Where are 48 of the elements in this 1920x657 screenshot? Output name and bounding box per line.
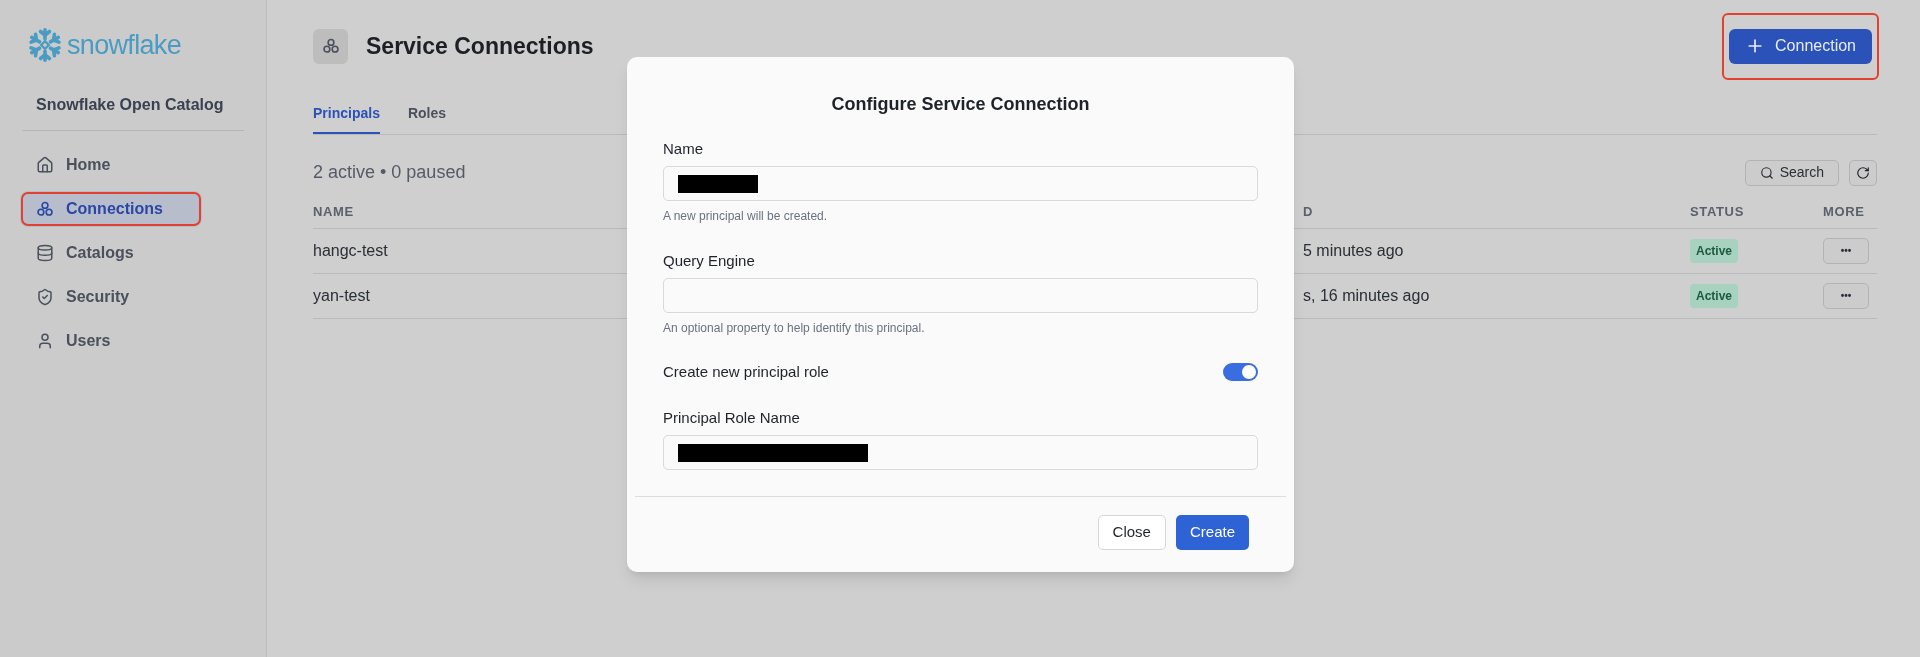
text-field[interactable] xyxy=(663,435,1258,470)
status-summary: 2 active • 0 paused xyxy=(313,161,466,184)
home-icon xyxy=(36,156,54,174)
text-field[interactable] xyxy=(663,278,1258,313)
create-button[interactable]: Create xyxy=(1175,515,1249,550)
sidebar-item[interactable]: Home xyxy=(20,147,246,183)
sidebar-item[interactable]: Users xyxy=(20,323,246,359)
sidebar-item[interactable]: Security xyxy=(20,279,246,315)
search-button[interactable]: Search xyxy=(1744,159,1839,186)
shield-icon xyxy=(36,288,54,306)
table-cell-text: 5 minutes ago xyxy=(1303,241,1404,261)
catalog-title: Snowflake Open Catalog xyxy=(36,95,225,115)
page-title: Service Connections xyxy=(366,31,594,61)
text-field[interactable] xyxy=(663,166,1258,201)
toggle-switch[interactable] xyxy=(1223,363,1258,381)
toggle-label: Create new principal role xyxy=(663,363,829,381)
status-badge: Active xyxy=(1690,239,1739,263)
field-label: Name xyxy=(663,140,704,158)
column-header: STATUS xyxy=(1690,202,1744,221)
sidebar-item[interactable]: Connections xyxy=(20,191,202,227)
column-header: MORE xyxy=(1823,202,1865,221)
sidebar-item[interactable]: Catalogs xyxy=(20,235,246,271)
refresh-icon xyxy=(1856,165,1870,180)
cylinder-icon xyxy=(36,244,54,262)
brand-name: snowflake xyxy=(67,31,181,59)
tab[interactable]: Roles xyxy=(407,103,447,134)
field-hint: An optional property to help identify this principal. xyxy=(663,321,926,335)
connections-icon xyxy=(321,37,340,55)
table-cell-text: s, 16 minutes ago xyxy=(1303,286,1430,306)
dialog-title: Configure Service Connection xyxy=(830,93,1091,115)
table-cell-text: yan-test xyxy=(313,286,370,306)
tab[interactable]: Principals xyxy=(313,103,380,134)
status-badge: Active xyxy=(1690,284,1739,308)
search-icon xyxy=(1759,165,1774,180)
more-button[interactable]: ••• xyxy=(1823,238,1869,264)
field-label: Query Engine xyxy=(663,252,756,270)
column-header: D xyxy=(1303,202,1314,221)
connections-icon xyxy=(36,200,54,218)
column-header: NAME xyxy=(313,202,354,221)
snowflake-logo-icon xyxy=(27,27,63,63)
field-label: Principal Role Name xyxy=(663,409,801,427)
refresh-button[interactable] xyxy=(1849,159,1877,186)
more-button[interactable]: ••• xyxy=(1823,283,1869,309)
user-icon xyxy=(36,332,54,350)
field-hint: A new principal will be created. xyxy=(663,209,829,223)
close-button[interactable]: Close xyxy=(1097,515,1166,550)
table-cell-text: hangc-test xyxy=(313,241,388,261)
add-connection-button[interactable]: Connection xyxy=(1729,28,1872,64)
